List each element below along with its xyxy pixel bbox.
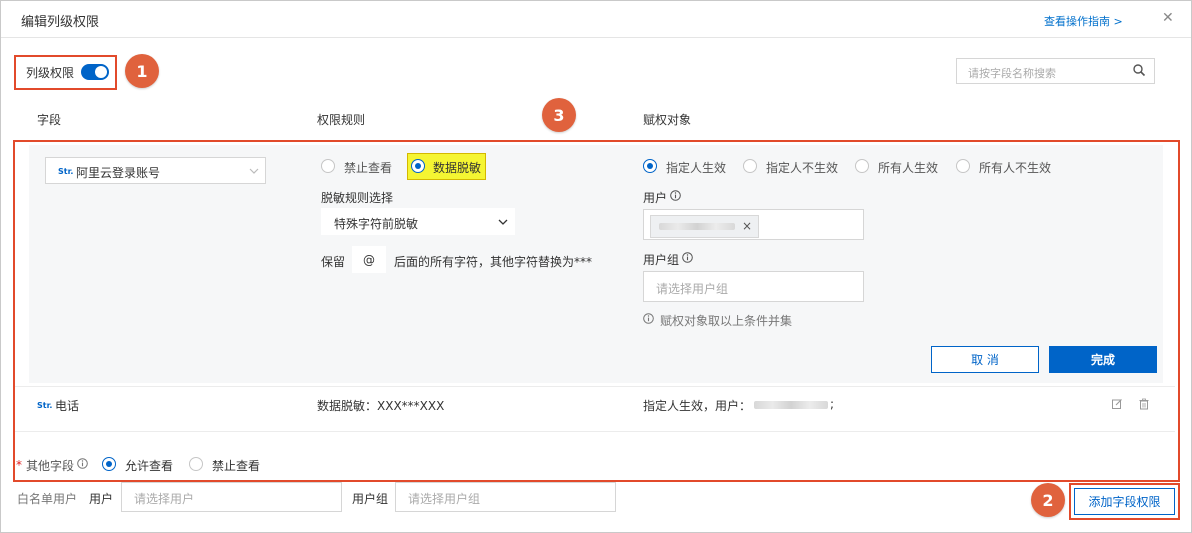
row-target-prefix: 指定人生效，用户： [643, 399, 752, 413]
info-icon [682, 252, 693, 263]
header-target: 赋权对象 [643, 113, 692, 127]
string-type-icon: Str. [37, 401, 53, 410]
row-field-name: 电话 [55, 399, 80, 413]
callout-badge-2: 2 [1031, 483, 1065, 517]
mask-rule-label: 脱敏规则选择 [321, 191, 394, 205]
redacted-user-name [754, 401, 828, 409]
whitelist-group-placeholder: 请选择用户组 [408, 492, 481, 506]
edit-column-permission-dialog: 编辑列级权限 查看操作指南 > ✕ 列级权限 1 请按字段名称搜索 字段 权限规… [0, 0, 1192, 533]
radio-data-masking-label: 数据脱敏 [433, 161, 482, 175]
chip-remove-icon[interactable]: × [742, 219, 752, 233]
row-divider [15, 431, 1175, 432]
radio-all-ineffective[interactable] [956, 159, 970, 173]
header-divider [1, 37, 1191, 38]
field-search-input[interactable]: 请按字段名称搜索 [956, 58, 1155, 84]
chevron-down-icon [249, 168, 259, 174]
row-divider [15, 386, 1175, 387]
radio-specified-ineffective[interactable] [743, 159, 757, 173]
user-chip: × [650, 215, 759, 238]
radio-allow-view[interactable] [102, 457, 116, 471]
done-button[interactable]: 完成 [1049, 346, 1157, 373]
callout-badge-3: 3 [542, 98, 576, 132]
header-field: 字段 [37, 113, 62, 127]
keep-char-input[interactable]: @ [352, 246, 386, 273]
keep-suffix-text: 后面的所有字符，其他字符替换为*** [394, 255, 593, 269]
search-placeholder: 请按字段名称搜索 [968, 67, 1056, 80]
column-permission-toggle[interactable] [81, 64, 109, 80]
radio-data-masking[interactable] [411, 159, 425, 173]
union-note: 赋权对象取以上条件并集 [660, 314, 793, 328]
mask-rule-select[interactable]: 特殊字符前脱敏 [321, 208, 515, 235]
radio-all-ineffective-label: 所有人不生效 [979, 161, 1052, 175]
whitelist-user-select[interactable]: 请选择用户 [121, 482, 342, 512]
radio-allow-view-label: 允许查看 [125, 459, 174, 473]
radio-specified-ineffective-label: 指定人不生效 [766, 161, 839, 175]
radio-specified-effective[interactable] [643, 159, 657, 173]
string-type-icon: Str. [58, 167, 74, 176]
user-label: 用户 [643, 191, 668, 205]
whitelist-group-label: 用户组 [352, 492, 389, 506]
header-rule: 权限规则 [317, 113, 366, 127]
field-select-value: 阿里云登录账号 [76, 166, 161, 180]
radio-all-effective[interactable] [855, 159, 869, 173]
mask-rule-value: 特殊字符前脱敏 [334, 217, 419, 231]
required-mark: * [16, 458, 22, 472]
whitelist-user-label: 用户 [89, 492, 114, 506]
whitelist-label: 白名单用户 [17, 492, 78, 506]
delete-icon[interactable] [1138, 398, 1150, 410]
whitelist-group-select[interactable]: 请选择用户组 [395, 482, 616, 512]
whitelist-user-placeholder: 请选择用户 [134, 492, 195, 506]
radio-specified-effective-label: 指定人生效 [666, 161, 727, 175]
table-header [15, 97, 1175, 137]
group-label: 用户组 [643, 253, 680, 267]
user-select[interactable]: × [643, 209, 864, 240]
callout-badge-1: 1 [125, 54, 159, 88]
close-icon[interactable]: ✕ [1162, 10, 1174, 26]
operation-guide-link[interactable]: 查看操作指南 > [1044, 13, 1123, 29]
column-permission-label: 列级权限 [26, 66, 75, 80]
add-field-permission-button[interactable]: 添加字段权限 [1074, 488, 1175, 515]
cancel-button[interactable]: 取 消 [931, 346, 1039, 373]
other-fields-label: 其他字段 [26, 459, 75, 473]
edit-icon[interactable] [1111, 398, 1123, 410]
dialog-title: 编辑列级权限 [21, 15, 100, 30]
radio-forbid-view[interactable] [321, 159, 335, 173]
row-rule: 数据脱敏：XXX***XXX [317, 399, 445, 413]
keep-prefix-text: 保留 [321, 255, 346, 269]
chevron-down-icon [498, 219, 508, 225]
field-select[interactable]: Str. 阿里云登录账号 [45, 157, 266, 184]
radio-forbid-view-label: 禁止查看 [344, 161, 393, 175]
search-icon[interactable] [1132, 63, 1146, 77]
user-group-select[interactable]: 请选择用户组 [643, 271, 864, 302]
radio-all-effective-label: 所有人生效 [878, 161, 939, 175]
info-icon [670, 190, 681, 201]
info-icon [643, 313, 654, 324]
info-icon [77, 458, 88, 469]
row-target-suffix: ; [830, 397, 835, 411]
user-group-placeholder: 请选择用户组 [656, 282, 729, 296]
radio-forbid-view-other[interactable] [189, 457, 203, 471]
redacted-user-name [659, 223, 735, 230]
radio-forbid-view-other-label: 禁止查看 [212, 459, 261, 473]
